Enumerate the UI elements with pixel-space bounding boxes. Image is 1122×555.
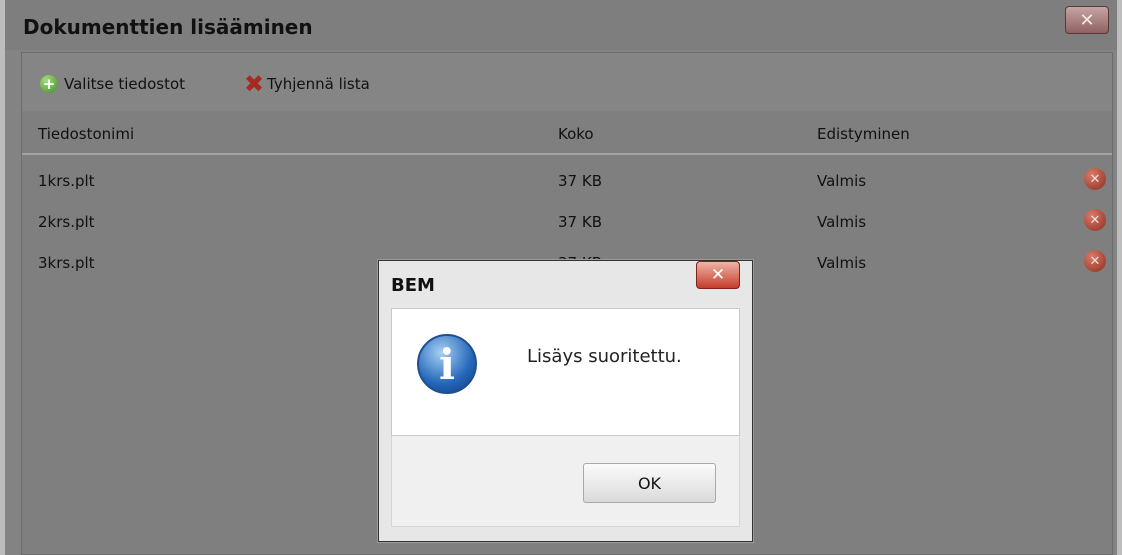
table-header: Tiedostonimi Koko Edistyminen: [22, 115, 1112, 155]
column-header-filename: Tiedostonimi: [38, 125, 135, 143]
file-progress: Valmis: [817, 172, 867, 190]
dialog-title: BEM: [391, 275, 435, 296]
dialog-body: i Lisäys suoritettu.: [391, 308, 740, 436]
add-icon: +: [40, 75, 58, 93]
toolbar: + Valitse tiedostot ✖ Tyhjennä lista: [22, 53, 1112, 111]
close-icon: ✕: [1079, 9, 1095, 31]
file-name: 1krs.plt: [38, 172, 95, 190]
clear-list-label: Tyhjennä lista: [267, 75, 370, 93]
table-row[interactable]: 1krs.plt 37 KB Valmis ✕: [22, 160, 1112, 201]
file-progress: Valmis: [817, 213, 867, 231]
window-titlebar: Dokumenttien lisääminen ✕: [5, 0, 1117, 50]
info-icon: i: [417, 334, 477, 394]
dialog-close-button[interactable]: ✕: [696, 261, 740, 289]
close-icon: ✕: [710, 265, 726, 285]
clear-list-button[interactable]: ✖ Tyhjennä lista: [243, 70, 370, 98]
column-header-progress: Edistyminen: [817, 125, 910, 143]
message-dialog: BEM ✕ i Lisäys suoritettu. OK: [378, 260, 753, 542]
table-row[interactable]: 2krs.plt 37 KB Valmis ✕: [22, 201, 1112, 242]
file-name: 2krs.plt: [38, 213, 95, 231]
dialog-footer: OK: [391, 436, 740, 527]
select-files-label: Valitse tiedostot: [64, 75, 186, 93]
remove-file-icon[interactable]: ✕: [1084, 168, 1106, 190]
dialog-message: Lisäys suoritettu.: [527, 346, 682, 367]
select-files-button[interactable]: + Valitse tiedostot: [40, 73, 185, 95]
ok-button[interactable]: OK: [583, 463, 716, 503]
file-name: 3krs.plt: [38, 254, 95, 272]
delete-icon: ✖: [243, 70, 265, 98]
file-size: 37 KB: [558, 213, 602, 231]
window-close-button[interactable]: ✕: [1065, 6, 1109, 34]
file-size: 37 KB: [558, 172, 602, 190]
remove-file-icon[interactable]: ✕: [1084, 250, 1106, 272]
file-progress: Valmis: [817, 254, 867, 272]
window-title: Dokumenttien lisääminen: [23, 15, 313, 39]
remove-file-icon[interactable]: ✕: [1084, 209, 1106, 231]
column-header-size: Koko: [558, 125, 594, 143]
